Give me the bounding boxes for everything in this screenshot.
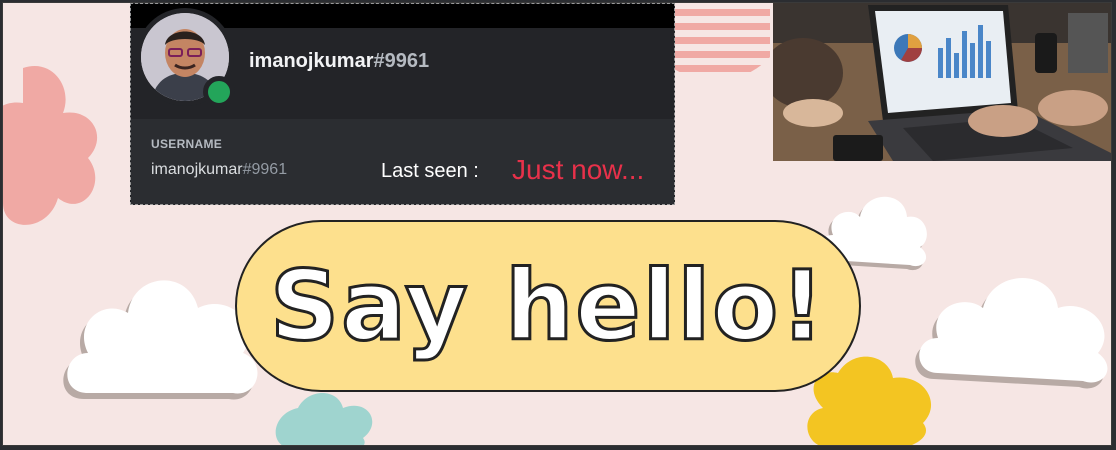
username-text: imanojkumar [249, 50, 374, 72]
teal-blob-decoration [275, 393, 373, 445]
last-seen-value: Just now... [512, 154, 645, 185]
striped-circle-decoration [675, 9, 770, 72]
username-value: imanojkumar#9961 [151, 161, 287, 179]
discriminator-text: #9961 [373, 50, 430, 72]
profile-username: imanojkumar#9961 [249, 50, 429, 73]
laptop-photo-icon [773, 3, 1111, 161]
username-value-text: imanojkumar [151, 161, 243, 178]
profile-card: imanojkumar#9961 USERNAME imanojkumar#99… [130, 3, 675, 205]
username-value-discriminator: #9961 [242, 161, 288, 178]
laptop-chart-photo [773, 3, 1111, 161]
pink-blob-decoration [3, 66, 98, 225]
headline-text: Say hello! [269, 249, 826, 364]
last-seen-label: Last seen : [381, 160, 479, 182]
username-section-label: USERNAME [151, 137, 223, 151]
cloud-right-decoration [915, 278, 1108, 389]
online-status-icon [203, 76, 235, 108]
